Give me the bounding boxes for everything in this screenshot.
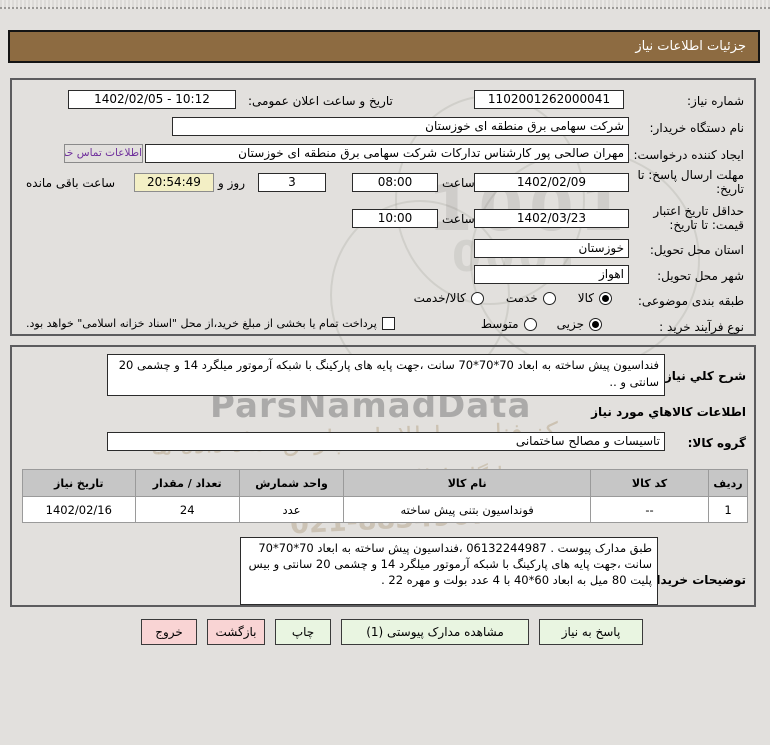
announce-datetime-field[interactable]: 1402/02/05 - 10:12 [68,90,236,109]
process-option-minor[interactable]: جزیی [557,317,602,331]
delivery-province-label: استان محل تحویل: [649,243,744,257]
view-attachments-button[interactable]: مشاهده مدارک پیوستی (1) [341,619,529,645]
category-option-label: خدمت [505,291,538,305]
price-validity-label: حداقل تاریخ اعتبار قیمت: تا تاریخ: [653,204,744,232]
deadline-remaining-timer: 20:54:49 [134,173,214,192]
deadline-hour-field[interactable]: 08:00 [352,173,438,192]
cell-need-date: 1402/02/16 [23,497,135,522]
price-validity-hour-label: ساعت [442,212,475,226]
requester-label: ایجاد کننده درخواست: [633,148,744,162]
col-item-code: کد کالا [591,470,709,496]
need-description-field[interactable]: فنداسیون پیش ساخته به ابعاد 70*70*70 سان… [107,354,665,396]
category-option-service[interactable]: خدمت [506,291,556,305]
action-buttons: پاسخ به نیاز مشاهده مدارک پیوستی (1) چاپ… [140,619,643,645]
cell-quantity: 24 [135,497,239,522]
radio-selected-icon[interactable] [589,317,602,331]
process-radio-group: جزیی متوسط [481,317,602,331]
process-option-label: جزیی [556,317,584,331]
col-need-date: تاریخ نیاز [23,470,135,496]
requester-field[interactable]: مهران صالحی پور کارشناس تدارکات شرکت سها… [145,144,629,163]
price-validity-hour-field[interactable]: 10:00 [352,209,438,228]
need-description-panel: شرح کلي نیاز: فنداسیون پیش ساخته به ابعا… [10,345,756,607]
general-info-panel: شماره نیاز: 1102001262000041 تاریخ و ساع… [10,78,756,336]
col-quantity: تعداد / مقدار [135,470,239,496]
goods-table-row: 1 -- فونداسیون بتنی پیش ساخته عدد 24 140… [23,497,747,522]
print-button[interactable]: چاپ [275,619,331,645]
treasury-payment-option[interactable]: پرداخت تمام یا بخشی از مبلغ خرید،از محل … [26,317,395,330]
deadline-days-label: روز و [218,176,245,190]
items-section-heading: اطلاعات کالاهاي مورد نیاز [591,405,746,419]
deadline-date-field[interactable]: 1402/02/09 [474,173,629,192]
category-option-label: کالا [577,291,594,305]
col-item-name: نام کالا [344,470,591,496]
back-button[interactable]: بازگشت [207,619,265,645]
category-option-goods[interactable]: کالا [578,291,612,305]
process-option-medium[interactable]: متوسط [481,317,537,331]
deadline-days-field[interactable]: 3 [258,173,326,192]
cell-row-number: 1 [709,497,747,522]
top-dotted-strip [0,0,770,9]
col-row-number: ردیف [709,470,747,496]
cell-item-code: -- [591,497,709,522]
radio-icon[interactable] [523,317,537,331]
need-number-label: شماره نیاز: [687,94,744,108]
cell-item-name: فونداسیون بتنی پیش ساخته [344,497,591,522]
announce-datetime-label: تاریخ و ساعت اعلان عمومی: [248,94,393,108]
buyer-contact-link[interactable]: اطلاعات تماس خریدار [64,144,143,163]
radio-icon[interactable] [542,291,556,305]
page-title: جزئیات اطلاعات نیاز [8,30,760,63]
checkbox-icon[interactable] [381,317,395,330]
category-label: طبقه بندی موضوعی: [637,294,744,308]
radio-icon[interactable] [470,291,484,305]
cell-count-unit: عدد [239,497,344,522]
exit-button[interactable]: خروج [141,619,197,645]
category-option-label: کالا/خدمت [413,291,466,305]
price-validity-date-field[interactable]: 1402/03/23 [474,209,629,228]
buyer-notes-label: توضیحات خریدار: [644,573,746,587]
deadline-label: مهلت ارسال پاسخ: تا تاریخ: [637,168,744,196]
treasury-payment-label: پرداخت تمام یا بخشی از مبلغ خرید،از محل … [26,317,377,330]
goods-group-field[interactable]: تاسیسات و مصالح ساختمانی [107,432,665,451]
process-option-label: متوسط [480,317,519,331]
goods-table: ردیف کد کالا نام کالا واحد شمارش تعداد /… [22,469,748,523]
goods-table-header-row: ردیف کد کالا نام کالا واحد شمارش تعداد /… [23,470,747,496]
deadline-hour-label: ساعت [442,176,475,190]
goods-group-label: گروه کالا: [687,436,746,450]
delivery-city-label: شهر محل تحویل: [657,269,744,283]
need-description-label: شرح کلي نیاز: [660,369,746,383]
need-details-page: 1001 0001 ParsNamadData مرکز فناوری اطلا… [0,0,770,745]
buyer-org-label: نام دستگاه خریدار: [649,121,745,135]
need-number-field[interactable]: 1102001262000041 [474,90,624,109]
treasury-checkbox-row: پرداخت تمام یا بخشی از مبلغ خرید،از محل … [26,317,395,330]
category-option-goods-service[interactable]: کالا/خدمت [414,291,484,305]
category-radio-group: کالا خدمت کالا/خدمت [414,291,612,305]
process-type-label: نوع فرآیند خرید : [659,320,744,334]
buyer-org-field[interactable]: شرکت سهامی برق منطقه ای خوزستان [172,117,629,136]
respond-to-need-button[interactable]: پاسخ به نیاز [539,619,643,645]
delivery-city-field[interactable]: اهواز [474,265,629,284]
deadline-remaining-label: ساعت باقی مانده [26,176,116,190]
buyer-notes-field[interactable]: طبق مدارک پیوست . 06132244987 ،فنداسیون … [240,537,658,605]
delivery-province-field[interactable]: خوزستان [474,239,629,258]
col-count-unit: واحد شمارش [239,470,344,496]
radio-selected-icon[interactable] [599,291,612,305]
